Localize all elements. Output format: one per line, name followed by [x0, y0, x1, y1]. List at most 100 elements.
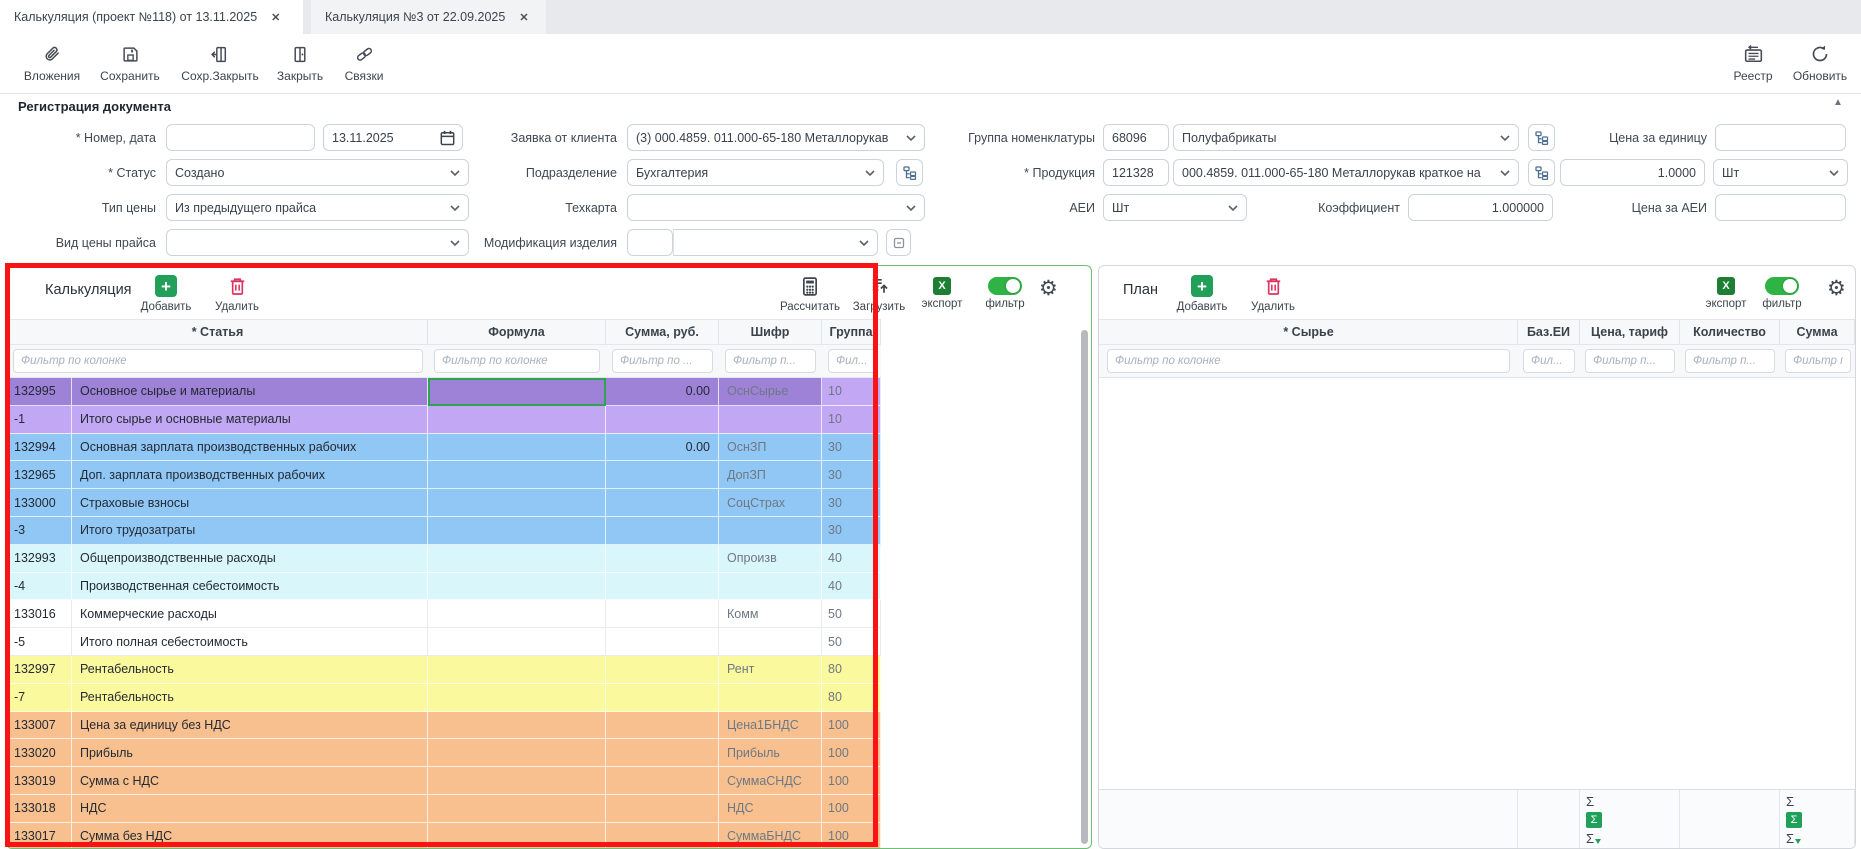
delete-row-button[interactable]: Удалить	[1241, 274, 1305, 313]
column-header[interactable]: Группа	[822, 319, 881, 345]
tab-calculation-project[interactable]: Калькуляция (проект №118) от 13.11.2025 …	[0, 0, 303, 34]
table-row[interactable]: -7Рентабельность80	[7, 684, 881, 712]
calculate-button[interactable]: Рассчитать	[778, 274, 842, 313]
sum-icon[interactable]: Σ	[1586, 795, 1606, 808]
column-header[interactable]: * Статья	[8, 319, 428, 345]
column-header[interactable]: Формула	[428, 319, 606, 345]
save-button[interactable]: Сохранить	[86, 42, 174, 83]
collapse-section-icon[interactable]: ▲	[1833, 97, 1843, 108]
links-button[interactable]: Связки	[320, 42, 408, 83]
vertical-scrollbar[interactable]	[1081, 330, 1088, 844]
sum-filtered-icon[interactable]: Σ	[1786, 832, 1806, 845]
column-header[interactable]: * Сырье	[1100, 319, 1518, 345]
table-row[interactable]: 133020ПрибыльПрибыль100	[7, 739, 881, 767]
filter-input[interactable]	[13, 349, 423, 373]
export-excel-button[interactable]: X экспорт	[1694, 274, 1758, 310]
upload-icon	[871, 274, 888, 298]
sum-selected-icon[interactable]: Σ	[1586, 812, 1602, 828]
department-select[interactable]: Бухгалтерия	[627, 159, 884, 186]
table-row[interactable]: 132995Основное сырье и материалы0.00ОснС…	[7, 378, 881, 406]
toggle-on-icon[interactable]	[1765, 277, 1799, 295]
cell-formula	[428, 712, 606, 740]
column-header[interactable]: Цена, тариф	[1580, 319, 1680, 345]
filter-toggle[interactable]: фильтр	[973, 274, 1037, 310]
table-row[interactable]: 132997РентабельностьРент80	[7, 656, 881, 684]
aei-price-input[interactable]	[1715, 194, 1846, 221]
sum-icon[interactable]: Σ	[1786, 795, 1806, 808]
cell-group: 100	[822, 767, 881, 795]
modification-window-button[interactable]	[886, 229, 911, 256]
load-button[interactable]: Загрузить	[847, 274, 911, 313]
modification-select[interactable]	[673, 229, 878, 256]
export-excel-button[interactable]: X экспорт	[910, 274, 974, 310]
table-row[interactable]: 132994Основная зарплата производственных…	[7, 434, 881, 462]
table-row[interactable]: 133018НДСНДС100	[7, 795, 881, 823]
filter-input[interactable]	[828, 349, 877, 373]
filter-input[interactable]	[1523, 349, 1575, 373]
toggle-on-icon[interactable]	[988, 277, 1022, 295]
column-header[interactable]: Сумма, руб.	[606, 319, 719, 345]
date-input[interactable]: 13.11.2025	[323, 124, 463, 151]
unit-price-input[interactable]	[1715, 124, 1846, 151]
sum-filtered-icon[interactable]: Σ	[1586, 832, 1606, 845]
refresh-button[interactable]: Обновить	[1776, 42, 1861, 83]
table-row[interactable]: 133016Коммерческие расходыКомм50	[7, 600, 881, 628]
tech-card-select[interactable]	[627, 194, 925, 221]
add-row-button[interactable]: + Добавить	[134, 274, 198, 313]
table-row[interactable]: 133017Сумма без НДССуммаБНДС100	[7, 823, 881, 849]
table-row[interactable]: 133000Страховые взносыСоцСтрах30	[7, 489, 881, 517]
production-unit-select[interactable]: Шт	[1713, 159, 1848, 186]
nomenclature-group-select[interactable]: Полуфабрикаты	[1173, 124, 1519, 151]
status-select[interactable]: Создано	[166, 159, 469, 186]
filter-input[interactable]	[725, 349, 816, 373]
settings-gear-icon[interactable]: ⚙	[1039, 278, 1058, 299]
filter-input[interactable]	[1685, 349, 1775, 373]
column-header[interactable]: Баз.ЕИ	[1518, 319, 1580, 345]
aei-select[interactable]: Шт	[1103, 194, 1247, 221]
calendar-icon[interactable]	[440, 130, 455, 146]
table-row[interactable]: -1Итого сырье и основные материалы10	[7, 406, 881, 434]
nomenclature-group-code-input[interactable]: 68096	[1103, 124, 1169, 151]
table-row[interactable]: 133019Сумма с НДССуммаСНДС100	[7, 767, 881, 795]
department-tree-button[interactable]	[896, 159, 923, 186]
filter-toggle[interactable]: фильтр	[1750, 274, 1814, 310]
panel-title: План	[1123, 282, 1158, 298]
filter-input[interactable]	[612, 349, 713, 373]
filter-input[interactable]	[1785, 349, 1851, 373]
save-close-button[interactable]: Сохр.Закрыть	[176, 42, 264, 83]
table-row[interactable]: 132965Доп. зарплата производственных раб…	[7, 461, 881, 489]
production-select[interactable]: 000.4859. 011.000-65-180 Металлорукав кр…	[1173, 159, 1519, 186]
production-tree-button[interactable]	[1528, 159, 1555, 186]
production-code-input[interactable]: 121328	[1103, 159, 1169, 186]
column-header[interactable]: Количество	[1680, 319, 1780, 345]
table-footer-row: ΣΣΣΣΣΣ	[1099, 789, 1855, 849]
table-row[interactable]: 133007Цена за единицу без НДСЦена1БНДС10…	[7, 712, 881, 740]
attachments-button[interactable]: Вложения	[8, 42, 96, 83]
production-qty-input[interactable]: 1.0000	[1560, 159, 1705, 186]
price-type-label: Тип цены	[10, 194, 156, 221]
close-icon[interactable]: ✕	[271, 11, 280, 24]
coefficient-input[interactable]: 1.000000	[1408, 194, 1553, 221]
filter-input[interactable]	[1585, 349, 1675, 373]
settings-gear-icon[interactable]: ⚙	[1827, 278, 1846, 299]
client-request-select[interactable]: (3) 000.4859. 011.000-65-180 Металлорука…	[627, 124, 925, 151]
number-input[interactable]	[166, 124, 315, 151]
filter-input[interactable]	[1107, 349, 1510, 373]
table-row[interactable]: -3Итого трудозатраты30	[7, 517, 881, 545]
modification-code-input[interactable]	[627, 229, 673, 256]
table-row[interactable]: 132993Общепроизводственные расходыОпроиз…	[7, 545, 881, 573]
delete-row-button[interactable]: Удалить	[205, 274, 269, 313]
filter-input[interactable]	[434, 349, 600, 373]
cell-code: СуммаБНДС	[719, 823, 822, 849]
add-row-button[interactable]: + Добавить	[1170, 274, 1234, 313]
price-kind-select[interactable]	[166, 229, 469, 256]
table-row[interactable]: -4Производственная себестоимость40	[7, 573, 881, 601]
link-icon	[356, 42, 373, 66]
price-type-select[interactable]: Из предыдущего прайса	[166, 194, 469, 221]
sum-selected-icon[interactable]: Σ	[1786, 812, 1802, 828]
table-row[interactable]: -5Итого полная себестоимость50	[7, 628, 881, 656]
column-header[interactable]: Шифр	[719, 319, 822, 345]
column-header[interactable]: Сумма	[1780, 319, 1855, 345]
tab-calculation-3[interactable]: Калькуляция №3 от 22.09.2025 ✕	[311, 0, 546, 34]
close-icon[interactable]: ✕	[519, 11, 528, 24]
